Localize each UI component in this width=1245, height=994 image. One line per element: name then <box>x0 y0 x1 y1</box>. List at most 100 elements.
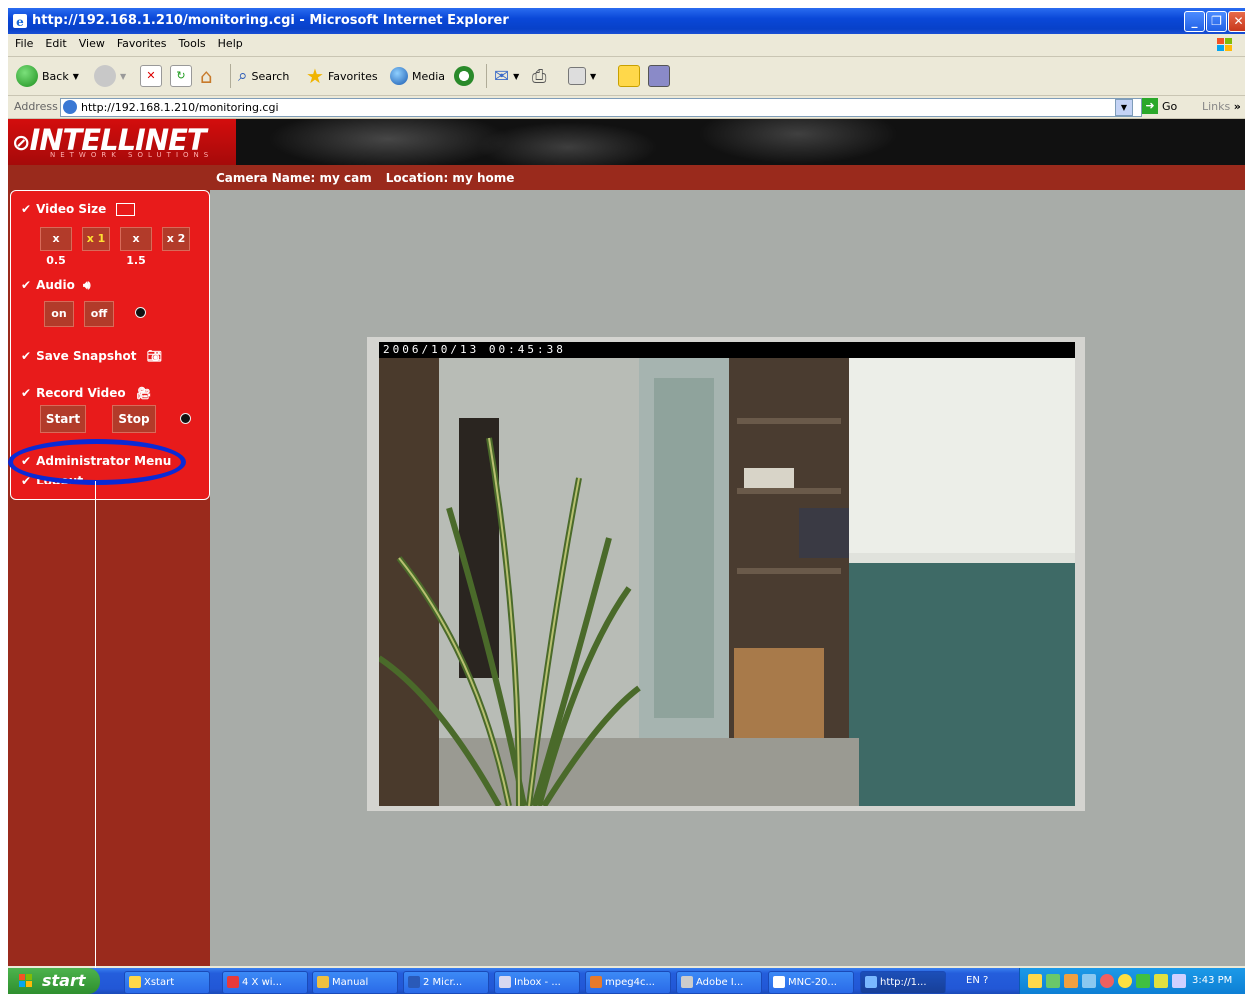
address-input[interactable]: http://192.168.1.210/monitoring.cgi <box>60 98 1142 117</box>
checkmark-icon: ✔ <box>21 278 32 292</box>
size-x15-button[interactable]: x 1.5 <box>120 227 152 267</box>
tray-icon[interactable] <box>1046 974 1060 988</box>
taskbar-item-label: mpeg4c... <box>605 977 655 988</box>
tray-icon[interactable] <box>1100 974 1114 988</box>
media-button[interactable]: Media <box>390 63 445 89</box>
history-button[interactable] <box>454 63 474 89</box>
taskbar-item-label: Adobe I... <box>696 977 744 988</box>
links-button[interactable]: Links » <box>1202 100 1241 113</box>
note-icon <box>618 65 640 87</box>
forward-button[interactable]: ▼ <box>94 63 126 89</box>
close-button[interactable]: ✕ <box>1228 11 1245 32</box>
window-title: http://192.168.1.210/monitoring.cgi - Mi… <box>32 13 509 28</box>
record-video-heading: ✔ Record Video 🎥︎ <box>21 386 151 400</box>
chevron-down-icon: ▼ <box>120 71 127 81</box>
tray-icon[interactable] <box>1172 974 1186 988</box>
adobe-icon <box>681 976 693 988</box>
document-icon <box>773 976 785 988</box>
favorites-button[interactable]: ★ Favorites <box>306 63 378 89</box>
save-snapshot-heading[interactable]: ✔ Save Snapshot 📷︎ <box>21 349 162 363</box>
logo-check-icon: ⊘ <box>12 131 30 156</box>
minimize-button[interactable]: _ <box>1184 11 1205 32</box>
logo-subtitle: NETWORK SOLUTIONS <box>50 151 214 159</box>
record-start-button[interactable]: Start <box>40 405 86 433</box>
size-x2-button[interactable]: x 2 <box>162 227 190 251</box>
address-dropdown-button[interactable]: ▼ <box>1115 99 1133 116</box>
page-icon <box>63 100 77 114</box>
forward-arrow-icon <box>94 65 116 87</box>
taskbar-item-mpeg4[interactable]: mpeg4c... <box>585 971 671 994</box>
star-icon: ★ <box>306 64 324 88</box>
search-button[interactable]: ⌕ Search <box>238 63 289 89</box>
clock[interactable]: 3:43 PM <box>1192 975 1232 986</box>
size-x05-button[interactable]: x 0.5 <box>40 227 72 267</box>
menu-file[interactable]: File <box>10 34 38 53</box>
menu-help[interactable]: Help <box>213 34 248 53</box>
menu-favorites[interactable]: Favorites <box>112 34 172 53</box>
windows-flag-icon <box>19 974 32 987</box>
menu-tools[interactable]: Tools <box>174 34 211 53</box>
word-icon <box>408 976 420 988</box>
highlight-ellipse <box>8 439 186 485</box>
print-button[interactable]: ⎙ <box>532 63 546 89</box>
mail-icon: ✉ <box>494 65 510 87</box>
favorites-label: Favorites <box>327 69 378 83</box>
home-button[interactable]: ⌂ <box>200 63 213 89</box>
tray-icon[interactable] <box>1154 974 1168 988</box>
toolbar: Back ▼ ▼ ✕ ↻ ⌂ ⌕ Search ★ Favorites Medi… <box>8 57 1245 96</box>
links-label: Links <box>1202 100 1231 113</box>
record-stop-button[interactable]: Stop <box>112 405 156 433</box>
taskbar-item-xstart[interactable]: Xstart <box>124 971 210 994</box>
video-camera-icon: 🎥︎ <box>135 386 152 400</box>
tray-icon[interactable] <box>1064 974 1078 988</box>
camera-name: Camera Name: my cam <box>216 171 372 185</box>
go-arrow-icon: ➜ <box>1142 98 1158 114</box>
home-icon: ⌂ <box>200 64 213 88</box>
discuss-button[interactable] <box>618 63 640 89</box>
stop-button[interactable]: ✕ <box>140 63 162 89</box>
language-indicator[interactable]: EN ? <box>966 975 988 986</box>
save-snapshot-label: Save Snapshot <box>36 349 137 363</box>
help-icon: ? <box>983 975 989 986</box>
taskbar-item-manual[interactable]: Manual <box>312 971 398 994</box>
ie-icon: e <box>13 14 27 29</box>
size-x1-button[interactable]: x 1 <box>82 227 110 251</box>
maximize-button[interactable]: ❐ <box>1206 11 1227 32</box>
player-icon <box>590 976 602 988</box>
taskbar-item-label: http://1... <box>880 977 927 988</box>
taskbar-item-adobe[interactable]: Adobe I... <box>676 971 762 994</box>
taskbar-item-word[interactable]: 2 Micr... <box>403 971 489 994</box>
xstart-icon <box>129 976 141 988</box>
tray-icon[interactable] <box>1136 974 1150 988</box>
address-label: Address <box>14 100 58 113</box>
tray-icon[interactable] <box>1118 974 1132 988</box>
edit-button[interactable]: ▼ <box>568 63 596 89</box>
go-button[interactable]: ➜ Go <box>1142 98 1177 114</box>
search-icon: ⌕ <box>238 66 248 86</box>
audio-off-button[interactable]: off <box>84 301 114 327</box>
messenger-button[interactable] <box>648 63 670 89</box>
windows-logo-icon <box>1217 38 1232 51</box>
taskbar-item-label: Manual <box>332 977 369 988</box>
media-label: Media <box>412 69 446 83</box>
language-label: EN <box>966 975 980 986</box>
refresh-button[interactable]: ↻ <box>170 63 192 89</box>
taskbar-item-xwin[interactable]: 4 X wi... <box>222 971 308 994</box>
start-button[interactable]: start <box>8 968 100 994</box>
mail-button[interactable]: ✉ ▼ <box>494 63 519 89</box>
svg-text:e: e <box>16 15 24 29</box>
title-bar[interactable]: e http://192.168.1.210/monitoring.cgi - … <box>8 8 1245 34</box>
outlook-icon <box>499 976 511 988</box>
audio-on-button[interactable]: on <box>44 301 74 327</box>
taskbar-item-label: MNC-20... <box>788 977 837 988</box>
taskbar-item-inbox[interactable]: Inbox - ... <box>494 971 580 994</box>
menu-bar: File Edit View Favorites Tools Help <box>8 34 1245 57</box>
taskbar-item-mnc[interactable]: MNC-20... <box>768 971 854 994</box>
tray-icon[interactable] <box>1082 974 1096 988</box>
back-button[interactable]: Back ▼ <box>16 63 79 89</box>
menu-view[interactable]: View <box>74 34 110 53</box>
go-label: Go <box>1162 99 1178 113</box>
taskbar-item-ie[interactable]: http://1... <box>860 971 946 994</box>
menu-edit[interactable]: Edit <box>40 34 71 53</box>
tray-icon[interactable] <box>1028 974 1042 988</box>
